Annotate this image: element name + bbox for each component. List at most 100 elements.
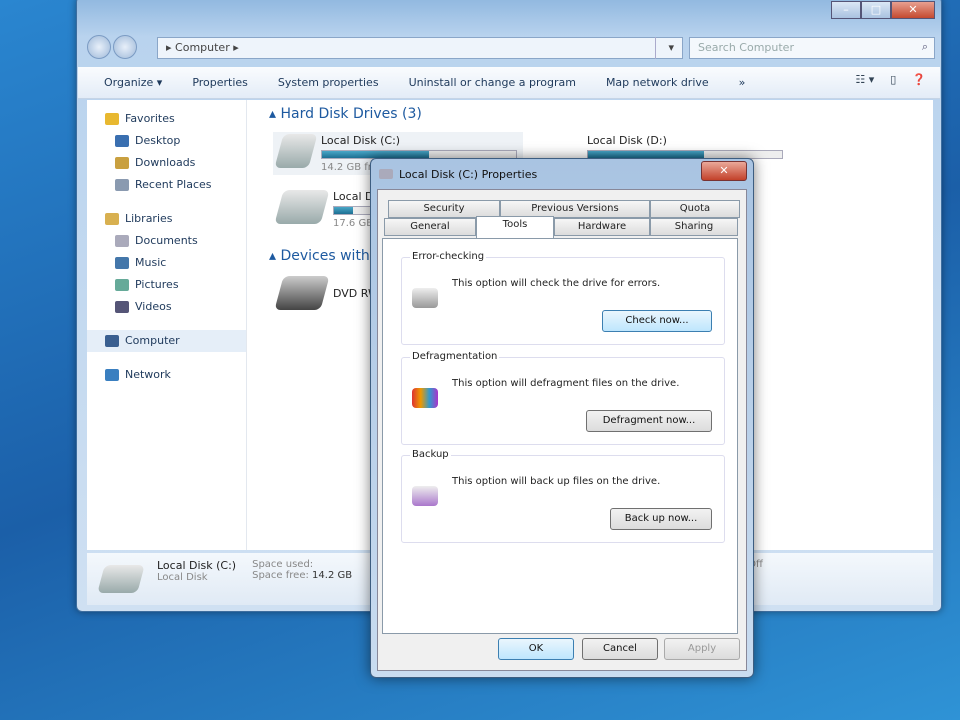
group-legend: Error-checking	[410, 251, 487, 262]
organize-button[interactable]: Organize ▾	[104, 76, 162, 89]
nav-item-downloads[interactable]: Downloads	[87, 152, 246, 174]
group-legend: Defragmentation	[410, 351, 500, 362]
nav-item-network[interactable]: Network	[87, 364, 246, 386]
address-bar[interactable]: ▸ Computer ▸ ▾	[157, 37, 683, 59]
group-text: This option will check the drive for err…	[452, 278, 661, 289]
more-button[interactable]: »	[739, 76, 746, 89]
space-free-label: Space free:	[252, 570, 309, 581]
nav-item-computer[interactable]: Computer	[87, 330, 246, 352]
refresh-button[interactable]	[655, 37, 683, 59]
apply-button[interactable]: Apply	[664, 638, 740, 660]
nav-icon	[105, 335, 119, 347]
nav-icon	[115, 157, 129, 169]
drive-name: Local Disk (C:)	[321, 134, 401, 147]
nav-item-documents[interactable]: Documents	[87, 230, 246, 252]
details-type: Local Disk	[157, 572, 208, 583]
nav-item-pictures[interactable]: Pictures	[87, 274, 246, 296]
nav-label: Desktop	[135, 134, 181, 147]
group-label: Hard Disk Drives (3)	[280, 106, 422, 122]
nav-label: Favorites	[125, 112, 175, 125]
nav-label: Pictures	[135, 278, 179, 291]
nav-label: Music	[135, 256, 167, 269]
preview-pane-icon[interactable]: ▯	[890, 73, 896, 86]
nav-label: Recent Places	[135, 178, 212, 191]
tab-tools[interactable]: Tools	[476, 216, 554, 238]
nav-icon	[105, 213, 119, 225]
group-hard-disk-drives[interactable]: ▴ Hard Disk Drives (3)	[269, 106, 422, 122]
view-options-icon[interactable]: ☷ ▾	[855, 73, 874, 86]
back-up-now-button[interactable]: Back up now...	[610, 508, 712, 530]
properties-dialog: Local Disk (C:) Properties ✕ Security Pr…	[370, 158, 754, 678]
nav-label: Downloads	[135, 156, 196, 169]
drive-name: Local Disk (D:)	[587, 134, 667, 147]
space-used-label: Space used:	[252, 559, 314, 570]
nav-label: Computer	[125, 334, 180, 347]
close-button[interactable]: ✕	[891, 1, 935, 19]
nav-icon	[105, 113, 119, 125]
nav-label: Videos	[135, 300, 172, 313]
map-network-drive-button[interactable]: Map network drive	[606, 76, 709, 89]
cancel-button[interactable]: Cancel	[582, 638, 658, 660]
nav-icon	[115, 179, 129, 191]
minimize-button[interactable]: –	[831, 1, 861, 19]
nav-item-favorites[interactable]: Favorites	[87, 108, 246, 130]
dialog-close-button[interactable]: ✕	[701, 161, 747, 181]
dialog-drive-icon	[379, 169, 393, 179]
defragmentation-group: Defragmentation This option will defragm…	[401, 351, 725, 445]
system-properties-button[interactable]: System properties	[278, 76, 379, 89]
search-input[interactable]: Search Computer ⌕	[689, 37, 935, 59]
tab-general[interactable]: General	[384, 218, 476, 236]
group-legend: Backup	[410, 449, 451, 460]
disk-check-icon	[412, 288, 438, 308]
uninstall-button[interactable]: Uninstall or change a program	[409, 76, 576, 89]
dvd-icon	[274, 276, 330, 310]
check-now-button[interactable]: Check now...	[602, 310, 712, 332]
backup-icon	[412, 486, 438, 506]
nav-icon	[115, 135, 129, 147]
group-text: This option will back up files on the dr…	[452, 476, 661, 487]
group-text: This option will defragment files on the…	[452, 378, 680, 389]
tab-hardware[interactable]: Hardware	[554, 218, 650, 236]
error-checking-group: Error-checking This option will check th…	[401, 251, 725, 345]
window-controls: – □ ✕	[831, 1, 935, 19]
nav-item-libraries[interactable]: Libraries	[87, 208, 246, 230]
tools-panel: Error-checking This option will check th…	[382, 238, 738, 634]
nav-item-videos[interactable]: Videos	[87, 296, 246, 318]
back-button[interactable]	[87, 35, 111, 59]
nav-icon	[115, 279, 129, 291]
nav-item-music[interactable]: Music	[87, 252, 246, 274]
nav-icon	[115, 257, 129, 269]
dialog-title: Local Disk (C:) Properties	[399, 168, 538, 181]
nav-icon	[115, 301, 129, 313]
properties-button[interactable]: Properties	[192, 76, 248, 89]
defragment-now-button[interactable]: Defragment now...	[586, 410, 712, 432]
ok-button[interactable]: OK	[498, 638, 574, 660]
help-icon[interactable]: ❓	[912, 73, 926, 86]
nav-item-recent-places[interactable]: Recent Places	[87, 174, 246, 196]
details-name: Local Disk (C:)	[157, 559, 237, 572]
drive-icon	[274, 134, 318, 168]
space-free-value: 14.2 GB	[312, 570, 353, 581]
drive-icon	[97, 565, 145, 593]
nav-label: Libraries	[125, 212, 173, 225]
nav-item-desktop[interactable]: Desktop	[87, 130, 246, 152]
toolbar: Organize ▾ Properties System properties …	[78, 67, 940, 99]
tab-quota[interactable]: Quota	[650, 200, 740, 218]
nav-label: Documents	[135, 234, 198, 247]
search-icon: ⌕	[921, 40, 928, 53]
maximize-button[interactable]: □	[861, 1, 891, 19]
drive-icon	[274, 190, 330, 224]
search-placeholder: Search Computer	[698, 41, 794, 54]
nav-icon	[105, 369, 119, 381]
defragment-icon	[412, 388, 438, 408]
navigation-pane: Favorites Desktop Downloads Recent Places Li…	[87, 100, 247, 550]
nav-label: Network	[125, 368, 171, 381]
address-text: Computer	[175, 41, 230, 54]
forward-button[interactable]	[113, 35, 137, 59]
tab-sharing[interactable]: Sharing	[650, 218, 738, 236]
backup-group: Backup This option will back up files on…	[401, 449, 725, 543]
nav-icon	[115, 235, 129, 247]
